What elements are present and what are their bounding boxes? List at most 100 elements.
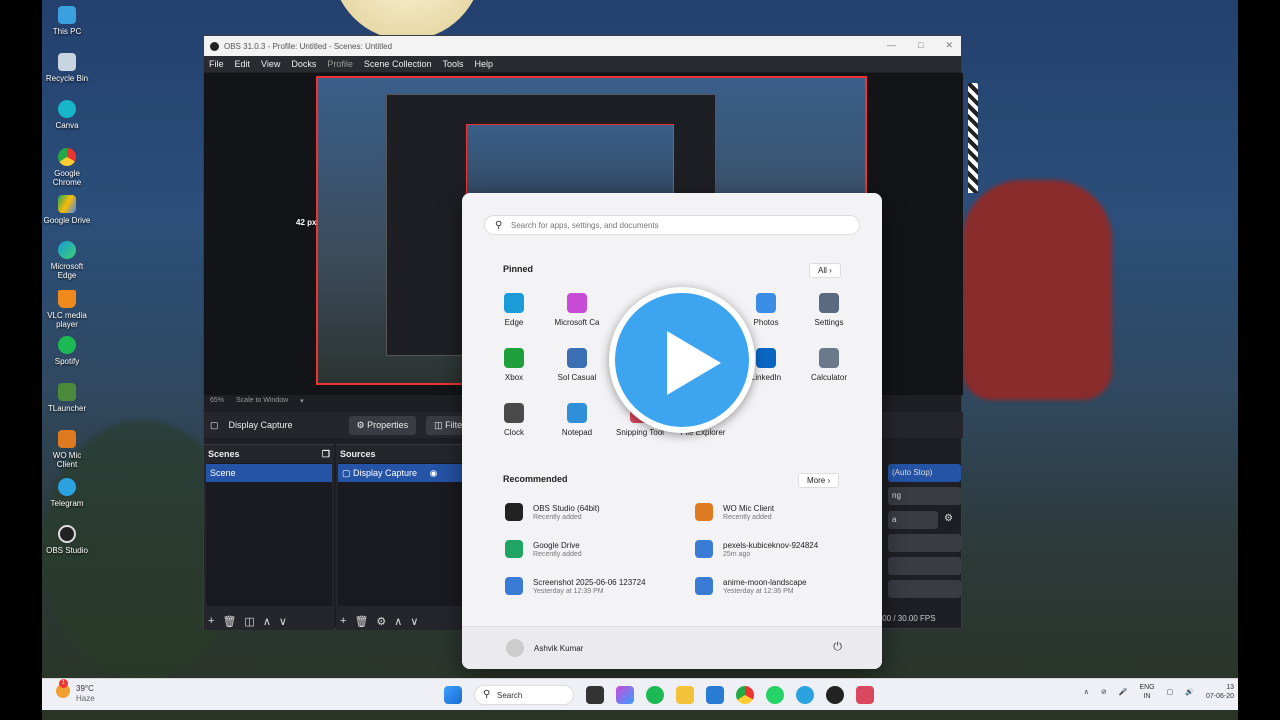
recommended-item[interactable]: Google Drive Recently added bbox=[505, 540, 582, 558]
copilot-icon[interactable] bbox=[616, 686, 634, 704]
desktop-icon-recycle-bin[interactable]: Recycle Bin bbox=[42, 53, 92, 83]
desktop-icon-spotify[interactable]: Spotify bbox=[42, 336, 92, 366]
controls-exit[interactable] bbox=[888, 580, 961, 598]
maximize-icon[interactable]: □ bbox=[918, 40, 923, 51]
controls-virtual-camera[interactable]: a bbox=[888, 511, 938, 529]
desktop-icon-wo-mic[interactable]: WO Mic Client bbox=[42, 430, 92, 469]
arrow-down-icon[interactable]: ∨ bbox=[279, 615, 287, 628]
scenes-list: Scene bbox=[206, 463, 332, 606]
vlc-icon bbox=[58, 290, 76, 308]
recommended-item[interactable]: WO Mic Client Recently added bbox=[695, 503, 774, 521]
microsoft-store-icon[interactable] bbox=[706, 686, 724, 704]
menu-scene-collection[interactable]: Scene Collection bbox=[364, 59, 432, 69]
desktop-icon-obs[interactable]: OBS Studio bbox=[42, 525, 92, 555]
monitor-icon: ▢ bbox=[342, 468, 351, 478]
menu-help[interactable]: Help bbox=[474, 59, 493, 69]
task-view-icon[interactable] bbox=[586, 686, 604, 704]
arrow-down-icon[interactable]: ∨ bbox=[410, 615, 418, 628]
pinned-app[interactable]: Edge bbox=[484, 293, 544, 327]
desktop-icon-edge[interactable]: Microsoft Edge bbox=[42, 241, 92, 280]
menu-tools[interactable]: Tools bbox=[442, 59, 463, 69]
desktop-icon-this-pc[interactable]: This PC bbox=[42, 6, 92, 36]
controls-stream-button[interactable]: (Auto Stop) bbox=[888, 464, 961, 482]
dock-undock-icon[interactable]: ❐ bbox=[322, 449, 330, 459]
menu-docks[interactable]: Docks bbox=[291, 59, 316, 69]
desktop-icon-chrome[interactable]: Google Chrome bbox=[42, 148, 92, 187]
recommended-item[interactable]: anime-moon-landscape Yesterday at 12:36 P… bbox=[695, 577, 807, 595]
trash-icon[interactable]: 🗑 bbox=[354, 615, 368, 628]
chrome-icon[interactable] bbox=[736, 686, 754, 704]
scene-item[interactable]: Scene bbox=[206, 464, 332, 482]
menu-view[interactable]: View bbox=[261, 59, 280, 69]
source-item[interactable]: ▢ Display Capture ◉ bbox=[338, 464, 464, 482]
close-icon[interactable]: ✕ bbox=[945, 40, 953, 51]
menu-profile[interactable]: Profile bbox=[327, 59, 353, 69]
desktop-icon-vlc[interactable]: VLC media player bbox=[42, 290, 92, 329]
whatsapp-icon[interactable] bbox=[766, 686, 784, 704]
recommended-subtitle: Recently added bbox=[533, 550, 582, 558]
obs-titlebar[interactable]: OBS 31.0.3 - Profile: Untitled - Scenes:… bbox=[204, 36, 961, 56]
pinned-app[interactable]: Clock bbox=[484, 403, 544, 437]
properties-button[interactable]: ⚙ Properties bbox=[348, 415, 417, 435]
trash-icon[interactable]: 🗑 bbox=[222, 615, 236, 628]
windows-start-icon[interactable] bbox=[444, 686, 462, 704]
volume-icon[interactable]: 🔊 bbox=[1185, 688, 1194, 697]
user-name[interactable]: Ashvik Kumar bbox=[534, 644, 583, 653]
controls-studio-mode[interactable] bbox=[888, 534, 961, 552]
recommended-item[interactable]: pexels-kubiceknov-924824 25m ago bbox=[695, 540, 818, 558]
user-avatar-icon[interactable] bbox=[506, 639, 524, 657]
menu-edit[interactable]: Edit bbox=[235, 59, 251, 69]
pinned-app[interactable]: Sol Casual bbox=[547, 348, 607, 382]
desktop-icon-telegram[interactable]: Telegram bbox=[42, 478, 92, 508]
gear-icon: ⚙ bbox=[356, 419, 365, 430]
language-indicator[interactable]: ENG IN bbox=[1139, 683, 1154, 701]
desktop-icon-google-drive[interactable]: Google Drive bbox=[42, 195, 92, 225]
microphone-icon[interactable]: 🎤 bbox=[1119, 688, 1128, 697]
weather-icon: 1 bbox=[56, 679, 70, 698]
all-apps-button[interactable]: All › bbox=[809, 263, 841, 278]
start-search-input[interactable]: ⚲ Search for apps, settings, and documen… bbox=[484, 215, 860, 235]
filter-icon[interactable]: ◫ bbox=[244, 615, 254, 628]
chevron-up-icon[interactable]: ∧ bbox=[1084, 688, 1089, 697]
more-button[interactable]: More › bbox=[798, 473, 840, 488]
pinned-app[interactable]: Photos bbox=[736, 293, 796, 327]
add-icon[interactable]: + bbox=[208, 615, 214, 628]
arrow-up-icon[interactable]: ∧ bbox=[263, 615, 271, 628]
obs-icon[interactable] bbox=[826, 686, 844, 704]
taskbar-search[interactable]: ⚲ Search bbox=[474, 685, 574, 705]
clock[interactable]: 13 07-06-20 bbox=[1206, 683, 1234, 701]
pinned-app[interactable]: Calculator bbox=[799, 348, 859, 382]
no-entry-icon[interactable]: ⊘ bbox=[1101, 688, 1107, 697]
desktop-icon-tlauncher[interactable]: TLauncher bbox=[42, 383, 92, 413]
taskbar: 1 39°C Haze ⚲ Search ∧ ⊘ 🎤 ENG IN ▢ 🔊 13 07- bbox=[42, 678, 1238, 710]
minimize-icon[interactable]: — bbox=[887, 40, 896, 51]
recommended-text: WO Mic Client Recently added bbox=[723, 504, 774, 521]
scale-mode-select[interactable]: Scale to Window bbox=[236, 397, 288, 405]
file-explorer-icon[interactable] bbox=[676, 686, 694, 704]
pinned-app[interactable]: Notepad bbox=[547, 403, 607, 437]
network-icon[interactable]: ▢ bbox=[1167, 688, 1174, 697]
controls-settings[interactable] bbox=[888, 557, 961, 575]
recommended-item[interactable]: Screenshot 2025-06-06 123724 Yesterday at… bbox=[505, 577, 646, 595]
eye-icon[interactable]: ◉ bbox=[430, 468, 438, 478]
play-button[interactable] bbox=[609, 287, 755, 433]
pinned-app-label: Clock bbox=[503, 428, 524, 437]
canva-icon bbox=[58, 100, 76, 118]
add-icon[interactable]: + bbox=[340, 615, 346, 628]
gear-icon[interactable]: ⚙ bbox=[944, 513, 953, 524]
recommended-item[interactable]: OBS Studio (64bit) Recently added bbox=[505, 503, 600, 521]
power-icon[interactable]: ⏻ bbox=[833, 641, 842, 654]
arrow-up-icon[interactable]: ∧ bbox=[394, 615, 402, 628]
weather-widget[interactable]: 1 39°C Haze bbox=[56, 679, 95, 704]
pinned-app[interactable]: Xbox bbox=[484, 348, 544, 382]
pinned-app[interactable]: Settings bbox=[799, 293, 859, 327]
gear-icon[interactable]: ⚙ bbox=[376, 615, 386, 628]
desktop-icon-canva[interactable]: Canva bbox=[42, 100, 92, 130]
telegram-icon[interactable] bbox=[796, 686, 814, 704]
controls-record-button[interactable]: ng bbox=[888, 487, 961, 505]
chevron-down-icon[interactable]: ▾ bbox=[300, 397, 304, 405]
pinned-app[interactable]: Microsoft Ca bbox=[547, 293, 607, 327]
menu-file[interactable]: File bbox=[209, 59, 224, 69]
spotify-icon[interactable] bbox=[646, 686, 664, 704]
screen-recorder-icon[interactable] bbox=[856, 686, 874, 704]
